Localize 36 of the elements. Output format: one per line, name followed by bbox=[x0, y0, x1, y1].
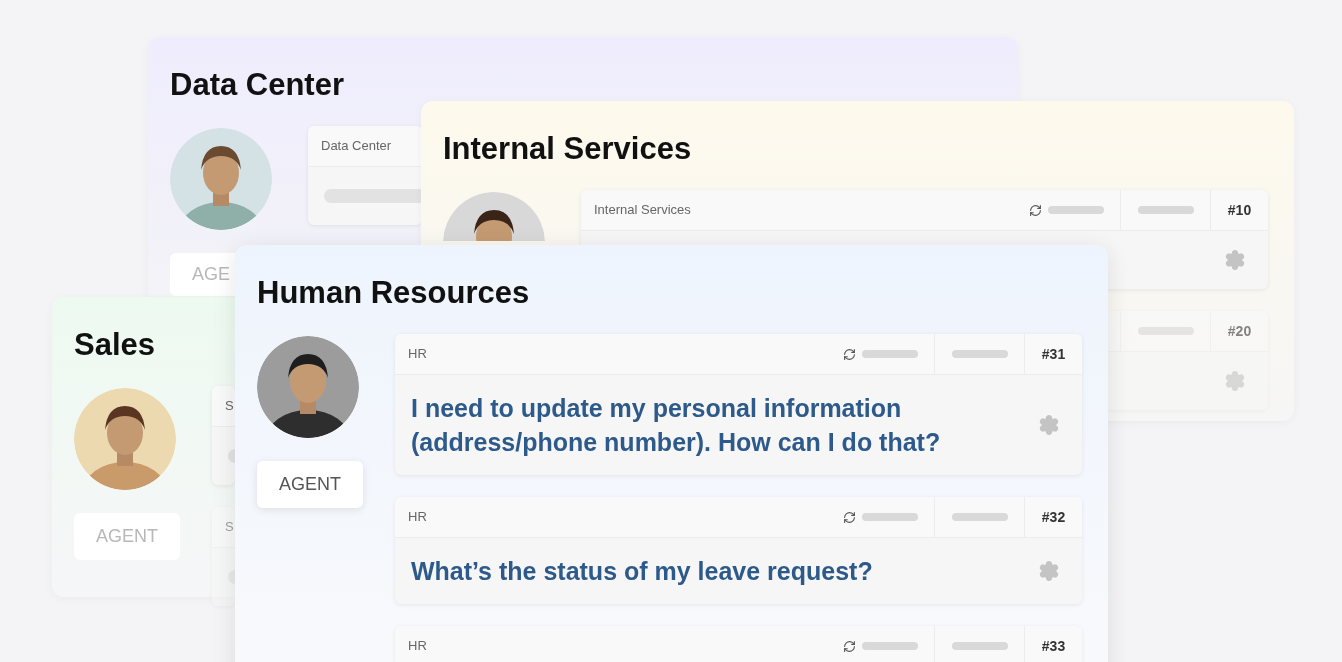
ticket-card[interactable]: S bbox=[212, 386, 235, 485]
placeholder-bar bbox=[951, 642, 1008, 650]
ticket-number: #10 bbox=[1227, 200, 1252, 220]
ticket-question: What’s the status of my leave request? bbox=[411, 556, 874, 587]
ticket-card[interactable]: HR #32 What’s the status of my leave request? bbox=[395, 497, 1082, 604]
ticket-card[interactable]: HR #31 I need to update my personal information (address/phone number). How can I do that? bbox=[395, 334, 1082, 475]
placeholder-bar bbox=[862, 350, 918, 358]
card-title: Internal Services bbox=[443, 130, 693, 168]
card-title: Sales bbox=[74, 326, 156, 364]
refresh-icon[interactable] bbox=[843, 639, 856, 653]
ticket-category: HR bbox=[408, 345, 427, 364]
ticket-category: HR bbox=[408, 508, 427, 527]
placeholder-bar bbox=[1137, 206, 1194, 214]
ticket-category: Internal Services bbox=[594, 201, 691, 220]
agent-button[interactable]: AGENT bbox=[257, 461, 363, 508]
ticket-question: I need to update my personal information (address/phone number). How can I do that? bbox=[411, 393, 942, 458]
refresh-icon[interactable] bbox=[1029, 203, 1042, 217]
card-title: Human Resources bbox=[257, 274, 531, 312]
ticket-card[interactable]: Data Center bbox=[308, 126, 422, 225]
ticket-number: #32 bbox=[1041, 507, 1066, 527]
placeholder-bar bbox=[862, 642, 918, 650]
placeholder-bar bbox=[951, 513, 1008, 521]
card-title: Data Center bbox=[170, 66, 345, 104]
ticket-number: #31 bbox=[1041, 344, 1066, 364]
ticket-category: S bbox=[225, 518, 234, 537]
ticket-category: HR bbox=[408, 637, 427, 656]
refresh-icon[interactable] bbox=[843, 347, 856, 361]
ticket-card[interactable]: HR #33 bbox=[395, 626, 1082, 662]
ticket-number: #33 bbox=[1041, 636, 1066, 656]
ticket-category: Data Center bbox=[321, 137, 392, 156]
placeholder-bar bbox=[862, 513, 918, 521]
placeholder-bar bbox=[1048, 206, 1104, 214]
ticket-category: S bbox=[225, 397, 234, 416]
refresh-icon[interactable] bbox=[843, 510, 856, 524]
ticket-number: #20 bbox=[1227, 321, 1252, 341]
placeholder-bar bbox=[951, 350, 1008, 358]
